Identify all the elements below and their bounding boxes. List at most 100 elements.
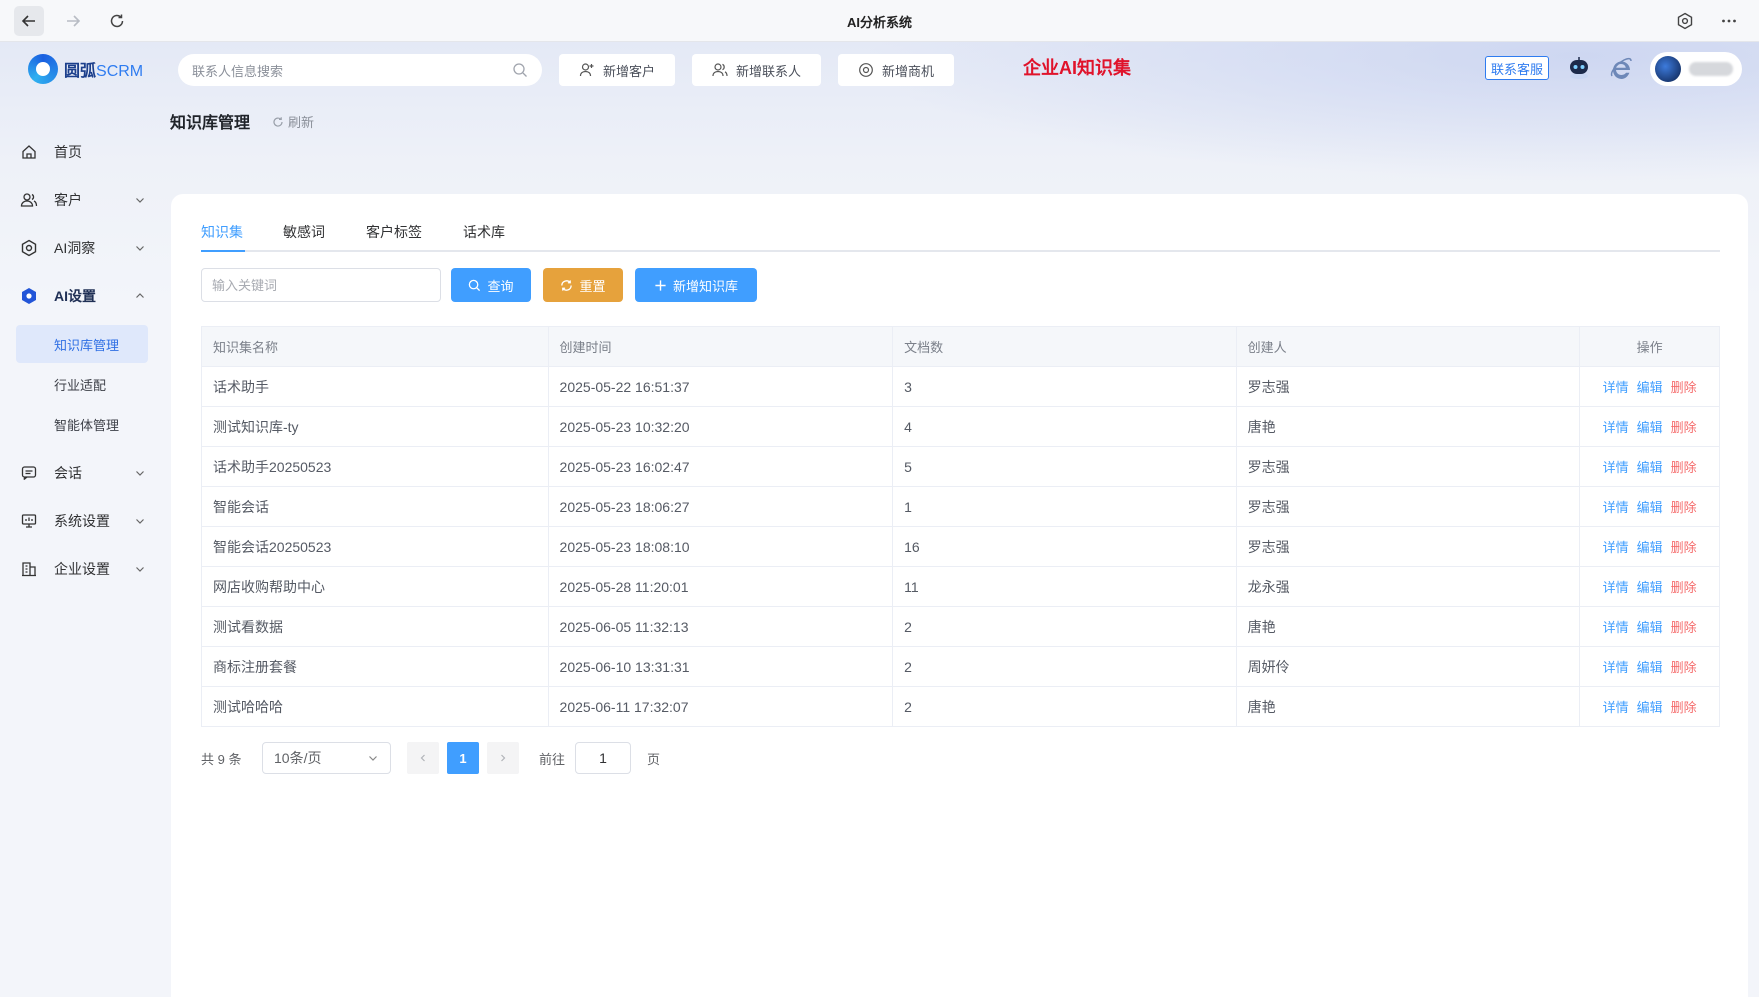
cell-actions: 详情 编辑 删除 (1580, 367, 1719, 406)
robot-icon[interactable] (1565, 54, 1593, 85)
chevron-left-icon (420, 754, 425, 762)
user-menu[interactable] (1650, 52, 1742, 86)
page-size-select[interactable]: 10条/页 (262, 742, 391, 774)
add-contact-button[interactable]: 新增联系人 (692, 54, 821, 86)
add-contact-label: 新增联系人 (735, 63, 801, 79)
cell-created-time: 2025-05-23 18:06:27 (549, 487, 894, 526)
next-page-button[interactable] (487, 742, 519, 774)
detail-link[interactable]: 详情 (1603, 657, 1629, 676)
sidebar-item-enterprise-settings[interactable]: 企业设置 (0, 551, 160, 587)
cell-creator: 唐艳 (1237, 607, 1581, 646)
tab-knowledge-set[interactable]: 知识集 (201, 222, 245, 252)
logo-mark-icon (28, 54, 58, 84)
reset-button[interactable]: 重置 (543, 268, 623, 302)
cell-created-time: 2025-06-11 17:32:07 (549, 687, 894, 726)
refresh-icon (561, 279, 573, 291)
app-container: 圆弧SCRM 联系人信息搜索 新增客户 新增联系人 新增商机 企业AI知识集 联… (0, 42, 1759, 997)
sidebar-item-ai-settings[interactable]: AI设置 (0, 278, 160, 314)
search-placeholder: 联系人信息搜索 (192, 63, 284, 79)
column-header-name: 知识集名称 (202, 327, 549, 366)
cell-created-time: 2025-06-10 13:31:31 (549, 647, 894, 686)
page-number-button[interactable]: 1 (447, 742, 479, 774)
browser-icon[interactable] (1609, 56, 1633, 83)
sidebar-item-ai-insight[interactable]: AI洞察 (0, 230, 160, 266)
add-knowledge-base-button[interactable]: 新增知识库 (635, 268, 757, 302)
cell-actions: 详情 编辑 删除 (1580, 647, 1719, 686)
opportunity-icon (859, 63, 873, 77)
detail-link[interactable]: 详情 (1603, 417, 1629, 436)
cell-doc-count: 11 (893, 567, 1237, 606)
delete-link[interactable]: 删除 (1671, 537, 1697, 556)
delete-link[interactable]: 删除 (1671, 417, 1697, 436)
tab-sensitive-words[interactable]: 敏感词 (283, 222, 325, 250)
delete-link[interactable]: 删除 (1671, 497, 1697, 516)
sidebar-item-session[interactable]: 会话 (0, 455, 160, 491)
tab-script-library[interactable]: 话术库 (463, 222, 505, 250)
detail-link[interactable]: 详情 (1603, 617, 1629, 636)
sidebar-item-label: 企业设置 (54, 561, 110, 577)
detail-link[interactable]: 详情 (1603, 537, 1629, 556)
more-button[interactable] (1714, 6, 1744, 36)
detail-link[interactable]: 详情 (1603, 577, 1629, 596)
delete-link[interactable]: 删除 (1671, 697, 1697, 716)
delete-link[interactable]: 删除 (1671, 377, 1697, 396)
sidebar-item-customer[interactable]: 客户 (0, 182, 160, 218)
sidebar-subitem-knowledge-base[interactable]: 知识库管理 (16, 325, 148, 363)
edit-link[interactable]: 编辑 (1637, 497, 1663, 516)
cell-creator: 罗志强 (1237, 447, 1581, 486)
cell-doc-count: 1 (893, 487, 1237, 526)
table-row: 话术助手20250523 2025-05-23 16:02:47 5 罗志强 详情 编辑删… (202, 447, 1719, 487)
delete-link[interactable]: 删除 (1671, 657, 1697, 676)
detail-link[interactable]: 详情 (1603, 377, 1629, 396)
detail-link[interactable]: 详情 (1603, 457, 1629, 476)
edit-link[interactable]: 编辑 (1637, 537, 1663, 556)
tab-label: 知识集 (201, 224, 243, 240)
add-opportunity-label: 新增商机 (881, 63, 934, 79)
delete-link[interactable]: 删除 (1671, 577, 1697, 596)
delete-link[interactable]: 删除 (1671, 457, 1697, 476)
refresh-button[interactable]: 刷新 (272, 112, 314, 131)
add-opportunity-button[interactable]: 新增商机 (838, 54, 954, 86)
edit-link[interactable]: 编辑 (1637, 657, 1663, 676)
edit-link[interactable]: 编辑 (1637, 417, 1663, 436)
chevron-up-icon (136, 293, 144, 298)
cell-doc-count: 3 (893, 367, 1237, 406)
customer-service-button[interactable]: 联系客服 (1485, 56, 1550, 80)
detail-link[interactable]: 详情 (1603, 497, 1629, 516)
sidebar-subitem-industry[interactable]: 行业适配 (16, 365, 148, 403)
sidebar-subitem-agent[interactable]: 智能体管理 (16, 405, 148, 443)
page-size-value: 10条/页 (274, 750, 322, 766)
keyword-input[interactable] (201, 268, 441, 302)
query-label: 查询 (487, 278, 514, 294)
delete-link[interactable]: 删除 (1671, 617, 1697, 636)
refresh-label: 刷新 (288, 115, 315, 130)
cell-name: 测试看数据 (202, 607, 549, 646)
table-header: 知识集名称 创建时间 文档数 创建人 操作 (202, 327, 1719, 367)
pagination: 共 9 条 10条/页 1 前往 1 页 (201, 742, 801, 774)
add-customer-button[interactable]: 新增客户 (559, 54, 675, 86)
goto-page-input[interactable]: 1 (575, 742, 631, 774)
tab-customer-tags[interactable]: 客户标签 (366, 222, 422, 250)
edit-link[interactable]: 编辑 (1637, 617, 1663, 636)
shield-icon (20, 239, 38, 257)
cell-created-time: 2025-05-23 16:02:47 (549, 447, 894, 486)
query-button[interactable]: 查询 (451, 268, 531, 302)
app-logo[interactable]: 圆弧SCRM (28, 54, 143, 84)
edit-link[interactable]: 编辑 (1637, 377, 1663, 396)
cell-creator: 唐艳 (1237, 687, 1581, 726)
search-icon[interactable] (512, 62, 528, 78)
edit-link[interactable]: 编辑 (1637, 457, 1663, 476)
add-knowledge-base-label: 新增知识库 (672, 278, 738, 294)
table-row: 测试看数据 2025-06-05 11:32:13 2 唐艳 详情 编辑 删除 (202, 607, 1719, 647)
edit-link[interactable]: 编辑 (1637, 697, 1663, 716)
sidebar-item-system-settings[interactable]: 系统设置 (0, 503, 160, 539)
tab-bar: 知识集 敏感词 客户标签 话术库 (201, 194, 1720, 252)
contact-search-input[interactable]: 联系人信息搜索 (178, 54, 542, 86)
prev-page-button[interactable] (407, 742, 439, 774)
knowledge-set-table: 知识集名称 创建时间 文档数 创建人 操作 话术助手 2025-05-22 16:… (201, 326, 1720, 727)
settings-button[interactable] (1670, 6, 1700, 36)
edit-link[interactable]: 编辑 (1637, 577, 1663, 596)
table-row: 智能会话20250523 2025-05-23 18:08:10 16 罗志强 详情 编辑… (202, 527, 1719, 567)
detail-link[interactable]: 详情 (1603, 697, 1629, 716)
sidebar-item-home[interactable]: 首页 (0, 134, 160, 170)
